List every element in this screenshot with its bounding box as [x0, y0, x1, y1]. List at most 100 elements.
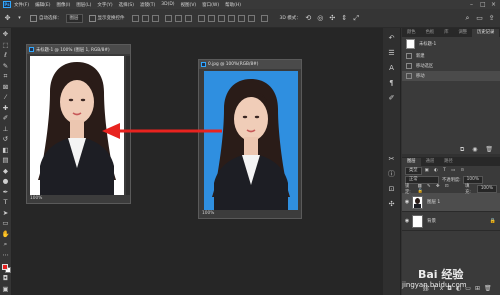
tool-preset-chevron-icon[interactable]: ▾: [15, 14, 24, 23]
tab-layers[interactable]: 图层: [402, 158, 421, 166]
more-tools-icon[interactable]: ⋯: [2, 251, 10, 259]
align-left-icon[interactable]: [164, 14, 172, 22]
align-right-icon[interactable]: [184, 14, 192, 22]
hand-tool-icon[interactable]: ✋: [2, 230, 10, 238]
menu-3d[interactable]: 3D(D): [161, 2, 174, 7]
tab-paths[interactable]: 路径: [439, 158, 458, 166]
menu-file[interactable]: 文件(F): [14, 2, 29, 8]
quick-mask-icon[interactable]: ◘: [2, 274, 10, 282]
history-brush-tool-icon[interactable]: ↺: [2, 135, 10, 143]
color-swatches[interactable]: [1, 263, 11, 273]
history-item[interactable]: 新建: [402, 51, 500, 61]
fill-value[interactable]: 100%: [476, 184, 497, 193]
3d-drag-icon[interactable]: ✣: [328, 14, 337, 23]
brush-tool-icon[interactable]: ✐: [2, 114, 10, 122]
tab-libraries[interactable]: 库: [439, 29, 453, 37]
lock-icons[interactable]: ▦ ✎ ✥ ⊡ 🔒: [418, 184, 460, 194]
new-layer-icon[interactable]: ⊞: [475, 285, 484, 292]
tab-swatches[interactable]: 色板: [421, 29, 440, 37]
document-title-bar[interactable]: 未标题-1 @ 100% (图层 1, RGB/8#): [27, 45, 130, 54]
tab-adjustments[interactable]: 调整: [453, 29, 472, 37]
camera-snapshot-icon[interactable]: ◉: [472, 146, 477, 153]
gradient-tool-icon[interactable]: ▤: [2, 156, 10, 164]
trash-icon[interactable]: 🗑: [484, 285, 496, 292]
auto-select-checkbox[interactable]: [30, 14, 37, 22]
tab-color[interactable]: 颜色: [402, 29, 421, 37]
3d-rotate-icon[interactable]: ⟲: [304, 14, 313, 23]
lasso-tool-icon[interactable]: ℓ: [2, 51, 10, 59]
distribute-hcenter-icon[interactable]: [237, 14, 245, 22]
pen-tool-icon[interactable]: ✒: [2, 188, 10, 196]
navigator-panel-icon[interactable]: ⊡: [387, 185, 396, 194]
blur-tool-icon[interactable]: ◆: [2, 167, 10, 175]
3d-roll-icon[interactable]: ◎: [316, 14, 325, 23]
move-tool-icon[interactable]: ✥: [3, 14, 12, 23]
rectangle-tool-icon[interactable]: ▭: [2, 219, 10, 227]
path-select-tool-icon[interactable]: ➤: [2, 209, 10, 217]
distribute-left-icon[interactable]: [227, 14, 235, 22]
eyedropper-tool-icon[interactable]: ⁄: [2, 93, 10, 101]
menu-filter[interactable]: 滤镜(T): [140, 2, 155, 8]
history-snapshot-row[interactable]: 未标题-1: [402, 37, 500, 51]
frame-tool-icon[interactable]: ⊠: [2, 83, 10, 91]
search-icon[interactable]: ⌕: [463, 14, 472, 23]
info-panel-icon[interactable]: ⓘ: [387, 170, 396, 179]
zoom-level[interactable]: 100%: [202, 211, 214, 216]
visibility-eye-icon[interactable]: ◉: [402, 199, 412, 205]
brush-settings-icon[interactable]: ✐: [387, 94, 396, 103]
layer-name[interactable]: 图层 1: [427, 199, 440, 205]
menu-window[interactable]: 窗口(W): [202, 2, 219, 8]
menu-help[interactable]: 帮助(H): [225, 2, 241, 8]
screen-mode-icon[interactable]: ▣: [2, 285, 10, 293]
tab-history[interactable]: 历史记录: [472, 29, 500, 37]
character-panel-icon[interactable]: A: [387, 64, 396, 73]
distribute-vcenter-icon[interactable]: [207, 14, 215, 22]
dodge-tool-icon[interactable]: ●: [2, 177, 10, 185]
distribute-top-icon[interactable]: [197, 14, 205, 22]
menu-image[interactable]: 图像(I): [56, 2, 70, 8]
trash-icon[interactable]: 🗑: [485, 146, 493, 153]
zoom-tool-icon[interactable]: ⌕: [2, 240, 10, 248]
3d-scale-icon[interactable]: ⤢: [352, 14, 361, 23]
adjustments-panel-icon[interactable]: ✂: [387, 155, 396, 164]
share-icon[interactable]: ⇪: [487, 14, 496, 23]
workspace-icon[interactable]: ▭: [475, 14, 484, 23]
eraser-tool-icon[interactable]: ◧: [2, 146, 10, 154]
3d-slide-icon[interactable]: ⇕: [340, 14, 349, 23]
menu-edit[interactable]: 编辑(E): [35, 2, 50, 8]
layer-filter-kind[interactable]: 类型: [405, 166, 422, 175]
auto-align-icon[interactable]: [260, 14, 268, 22]
paragraph-panel-icon[interactable]: ¶: [387, 79, 396, 88]
properties-panel-icon[interactable]: ☰: [387, 49, 396, 58]
show-transform-checkbox[interactable]: [88, 14, 96, 22]
menu-layer[interactable]: 图层(L): [76, 2, 91, 8]
type-tool-icon[interactable]: T: [2, 198, 10, 206]
move-tool-icon[interactable]: ✥: [2, 30, 10, 38]
distribute-right-icon[interactable]: [247, 14, 255, 22]
new-document-from-state-icon[interactable]: ⧉: [460, 146, 464, 153]
layer-row-selected[interactable]: ◉ 图层 1: [402, 193, 500, 212]
layer-name[interactable]: 背景: [427, 218, 436, 224]
quick-select-tool-icon[interactable]: ✎: [2, 62, 10, 70]
paths-panel-icon[interactable]: ✣: [387, 200, 396, 209]
menu-view[interactable]: 视图(V): [181, 2, 197, 8]
distribute-bottom-icon[interactable]: [217, 14, 225, 22]
menu-type[interactable]: 文字(Y): [97, 2, 112, 8]
document-title-bar[interactable]: 0.jpg @ 100%(RGB/8#): [199, 60, 301, 69]
maximize-icon[interactable]: □: [480, 1, 486, 8]
history-item-selected[interactable]: 移动: [402, 71, 500, 81]
marquee-tool-icon[interactable]: ⬚: [2, 41, 10, 49]
foreground-color-swatch[interactable]: [1, 264, 8, 270]
auto-select-dropdown[interactable]: 图层: [65, 13, 83, 23]
history-item[interactable]: 移动选区: [402, 61, 500, 71]
align-top-icon[interactable]: [131, 14, 139, 22]
healing-brush-tool-icon[interactable]: ✚: [2, 104, 10, 112]
filter-icons[interactable]: ▣ ◐ T ▭ ⊙: [425, 168, 467, 173]
menu-select[interactable]: 选择(S): [119, 2, 134, 8]
align-hcenter-icon[interactable]: [174, 14, 182, 22]
history-panel-icon[interactable]: ↶: [387, 34, 396, 43]
crop-tool-icon[interactable]: ⌗: [2, 72, 10, 80]
align-vcenter-icon[interactable]: [141, 14, 149, 22]
zoom-level[interactable]: 100%: [30, 196, 42, 201]
align-bottom-icon[interactable]: [151, 14, 159, 22]
